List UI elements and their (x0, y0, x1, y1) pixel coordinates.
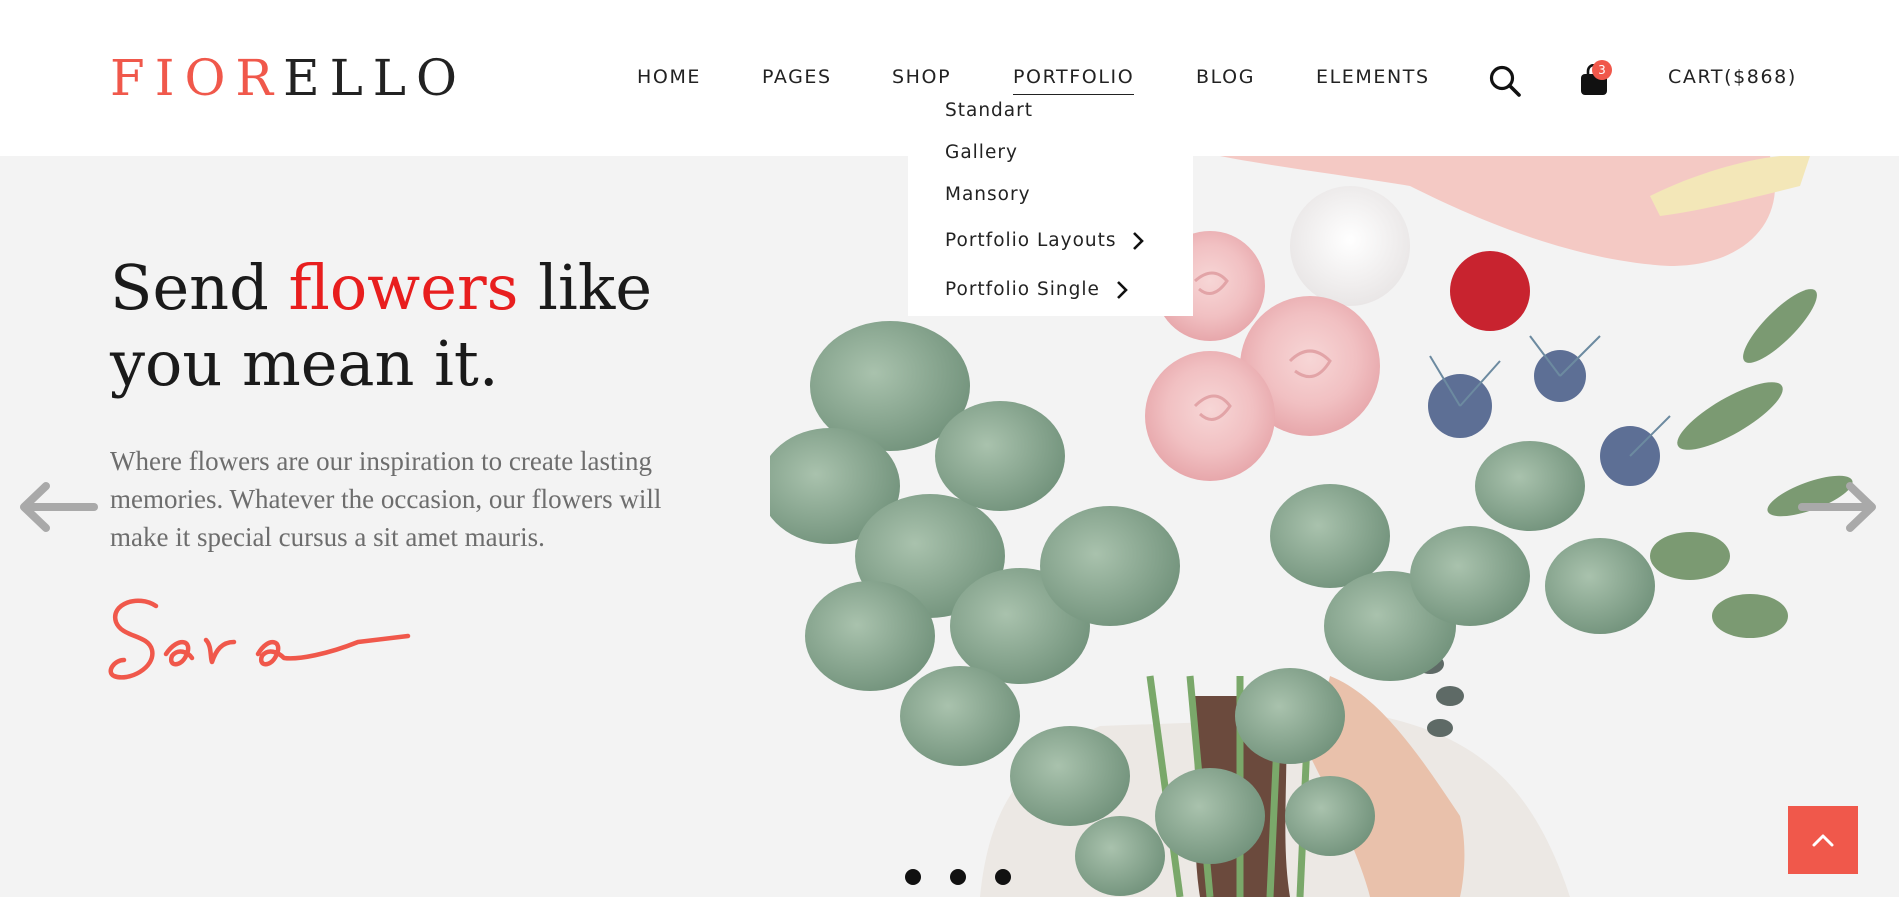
signature-sara (108, 596, 418, 692)
nav-pages[interactable]: PAGES (762, 66, 832, 88)
hero-headline: Send flowers like you mean it. (110, 250, 750, 402)
arrow-right-icon[interactable] (1798, 482, 1878, 532)
cart-link[interactable]: CART($868) (1668, 66, 1797, 88)
back-to-top-button[interactable] (1788, 806, 1858, 874)
cart-count-badge: 3 (1592, 60, 1612, 80)
chevron-right-icon (1133, 232, 1145, 250)
chevron-up-icon (1812, 834, 1834, 847)
dropdown-item-portfolio-single[interactable]: Portfolio Single (945, 279, 1129, 301)
hero-description: Where flowers are our inspiration to cre… (110, 446, 662, 552)
nav-shop[interactable]: SHOP (892, 66, 951, 88)
nav-home[interactable]: HOME (637, 66, 701, 88)
dropdown-item-standart[interactable]: Standart (945, 100, 1033, 121)
slide-dot-1[interactable] (905, 869, 921, 885)
slide-dot-3[interactable] (995, 869, 1011, 885)
dropdown-item-portfolio-layouts[interactable]: Portfolio Layouts (945, 230, 1145, 252)
headline-text-start: Send (110, 251, 289, 324)
slider-pagination (905, 869, 1015, 887)
slide-dot-2[interactable] (950, 869, 966, 885)
arrow-left-icon[interactable] (18, 482, 98, 532)
dropdown-item-mansory[interactable]: Mansory (945, 184, 1031, 205)
dropdown-item-label: Portfolio Layouts (945, 230, 1117, 251)
nav-portfolio[interactable]: PORTFOLIO (1013, 66, 1135, 96)
nav-elements[interactable]: ELEMENTS (1316, 66, 1430, 88)
chevron-right-icon (1116, 281, 1128, 299)
portfolio-dropdown-menu: Standart Gallery Mansory Portfolio Layou… (908, 95, 1193, 316)
nav-blog[interactable]: BLOG (1196, 66, 1255, 88)
dropdown-item-label: Portfolio Single (945, 279, 1100, 300)
search-icon[interactable] (1488, 64, 1522, 98)
headline-accent: flowers (288, 251, 519, 324)
dropdown-item-gallery[interactable]: Gallery (945, 142, 1018, 163)
signature-image (108, 598, 411, 680)
